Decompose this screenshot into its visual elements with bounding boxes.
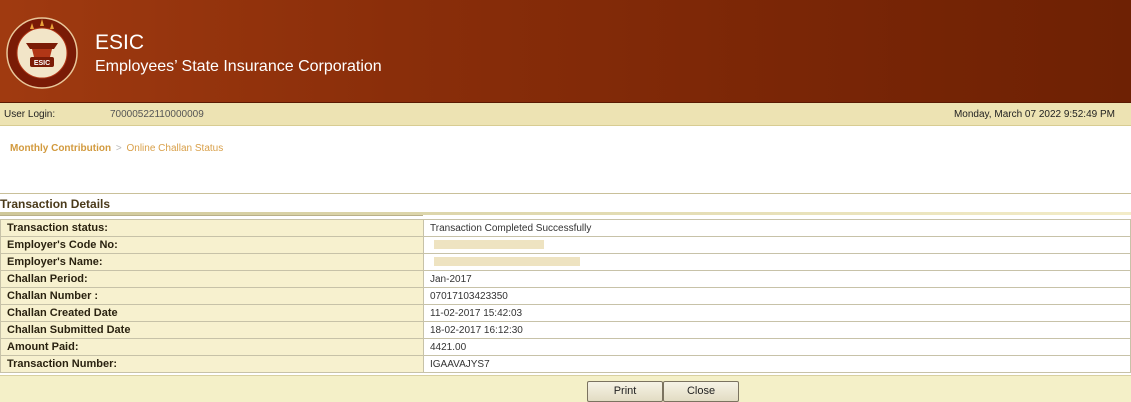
row-value-challan-submitted-date: 18-02-2017 16:12:30 — [423, 321, 1131, 339]
user-login-label: User Login: — [4, 109, 56, 120]
table-row: Challan Period: Jan-2017 — [0, 270, 1131, 288]
table-row: Transaction status: Transaction Complete… — [0, 219, 1131, 237]
app-subtitle: Employees’ State Insurance Corporation — [95, 58, 382, 75]
breadcrumb-monthly-contribution[interactable]: Monthly Contribution — [10, 143, 111, 154]
table-row: Challan Submitted Date 18-02-2017 16:12:… — [0, 321, 1131, 339]
current-datetime: Monday, March 07 2022 9:52:49 PM — [953, 109, 1115, 120]
redacted-value — [434, 257, 580, 267]
print-button[interactable]: Print — [587, 381, 663, 402]
row-label-amount-paid: Amount Paid: — [0, 338, 424, 356]
user-info-bar: User Login: 70000522110000009 Monday, Ma… — [0, 103, 1131, 126]
table-row: Amount Paid: 4421.00 — [0, 338, 1131, 356]
svg-text:ESIC: ESIC — [34, 60, 50, 67]
section-rule — [0, 215, 423, 216]
table-row: Transaction Number: IGAAVAJYS7 — [0, 355, 1131, 373]
section-divider — [0, 193, 1131, 194]
row-label-challan-number: Challan Number : — [0, 287, 424, 305]
row-value-transaction-status: Transaction Completed Successfully — [423, 219, 1131, 237]
close-button[interactable]: Close — [663, 381, 739, 402]
esic-logo-icon: ESIC — [6, 17, 78, 89]
row-value-challan-period: Jan-2017 — [423, 270, 1131, 288]
breadcrumb-current: Online Challan Status — [126, 143, 224, 154]
row-label-employer-name: Employer's Name: — [0, 253, 424, 271]
redacted-value — [434, 240, 544, 250]
table-row: Employer's Code No: — [0, 236, 1131, 254]
app-title: ESIC — [95, 31, 145, 54]
row-label-challan-created-date: Challan Created Date — [0, 304, 424, 322]
breadcrumb-separator: > — [115, 143, 122, 154]
row-value-employer-code — [423, 236, 1131, 254]
row-value-employer-name — [423, 253, 1131, 271]
action-bar: Print Close — [0, 375, 1131, 402]
transaction-details-table: Transaction status: Transaction Complete… — [0, 219, 1131, 373]
row-value-challan-created-date: 11-02-2017 15:42:03 — [423, 304, 1131, 322]
row-label-challan-period: Challan Period: — [0, 270, 424, 288]
row-value-transaction-number: IGAAVAJYS7 — [423, 355, 1131, 373]
row-value-challan-number: 07017103423350 — [423, 287, 1131, 305]
table-row: Employer's Name: — [0, 253, 1131, 271]
row-label-employer-code: Employer's Code No: — [0, 236, 424, 254]
row-label-challan-submitted-date: Challan Submitted Date — [0, 321, 424, 339]
row-value-amount-paid: 4421.00 — [423, 338, 1131, 356]
app-header: ESIC ESIC Employees’ State Insurance Cor… — [0, 0, 1131, 103]
table-row: Challan Number : 07017103423350 — [0, 287, 1131, 305]
breadcrumb: Monthly Contribution > Online Challan St… — [10, 143, 223, 154]
table-row: Challan Created Date 11-02-2017 15:42:03 — [0, 304, 1131, 322]
row-label-transaction-status: Transaction status: — [0, 219, 424, 237]
row-label-transaction-number: Transaction Number: — [0, 355, 424, 373]
user-login-id: 70000522110000009 — [110, 109, 204, 120]
section-title: Transaction Details — [0, 197, 111, 211]
